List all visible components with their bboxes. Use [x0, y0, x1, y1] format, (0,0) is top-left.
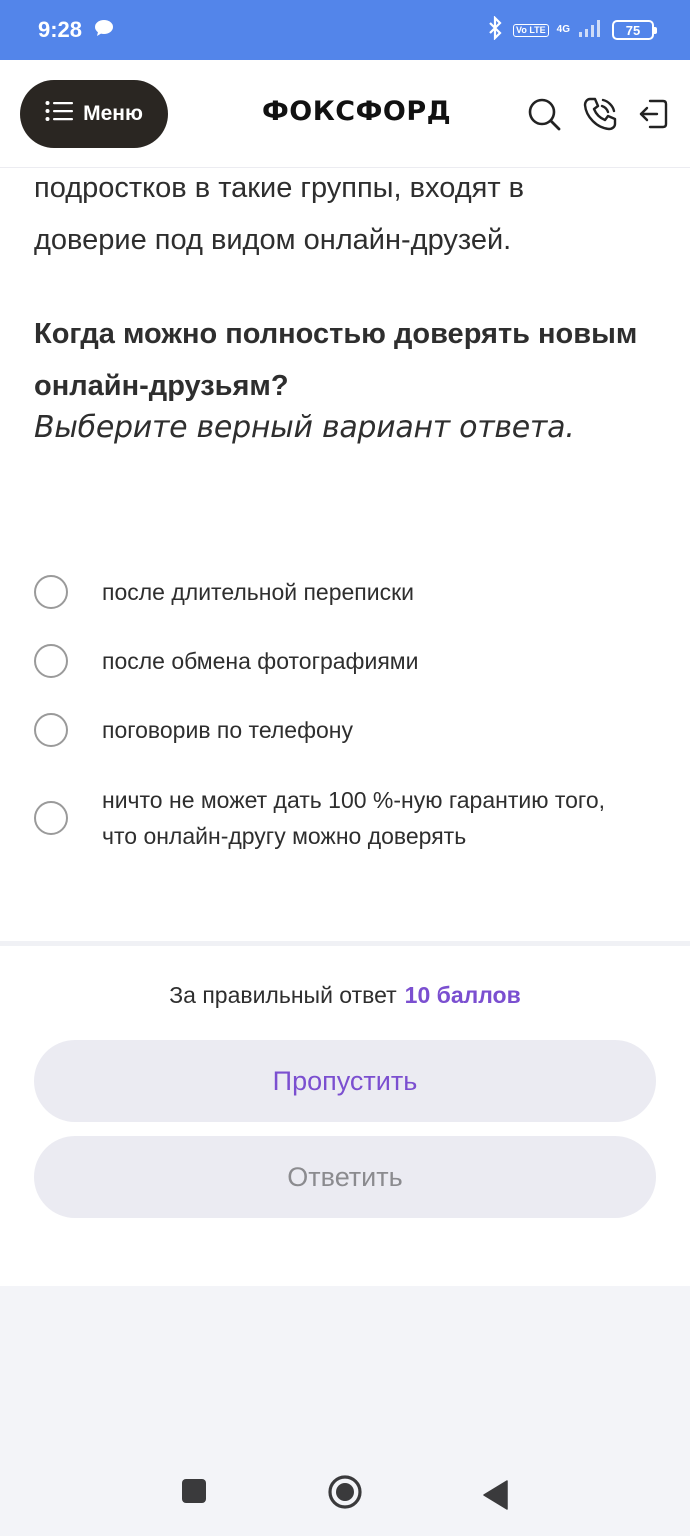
home-icon[interactable]: [327, 1474, 363, 1515]
radio-button[interactable]: [34, 801, 68, 835]
radio-button[interactable]: [34, 713, 68, 747]
quiz-content: подростков в такие группы, входят в дове…: [0, 168, 690, 943]
quiz-footer: За правильный ответ 10 баллов Пропустить …: [0, 946, 690, 1286]
system-nav-bar: [0, 1286, 690, 1536]
question-text: Когда можно полностью доверять новым онл…: [34, 318, 638, 402]
answer-option-1[interactable]: после длительной переписки: [34, 574, 634, 610]
skip-button[interactable]: Пропустить: [34, 1040, 656, 1122]
option-label: после длительной переписки: [102, 579, 415, 605]
option-label: поговорив по телефону: [102, 717, 353, 743]
answer-option-4[interactable]: ничто не может дать 100 %-ную гарантию т…: [34, 782, 634, 854]
search-icon[interactable]: [526, 96, 562, 132]
option-label: после обмена фотографиями: [102, 648, 419, 674]
back-icon[interactable]: [482, 1480, 508, 1515]
menu-label: Меню: [83, 102, 143, 125]
signal-icon: [578, 18, 604, 43]
menu-icon: [45, 100, 74, 128]
score-label: За правильный ответ: [169, 982, 397, 1008]
chat-notification-icon: [94, 17, 114, 43]
phone-icon[interactable]: [582, 96, 618, 132]
clock: 9:28: [38, 17, 83, 42]
answer-option-2[interactable]: после обмена фотографиями: [34, 643, 634, 679]
intro-text: подростков в такие группы, входят в дове…: [34, 172, 525, 256]
answer-button[interactable]: Ответить: [34, 1136, 656, 1218]
site-header: Меню ФОКСФОРД: [0, 60, 690, 168]
question-hint: Выберите верный вариант ответа.: [34, 410, 575, 445]
battery-indicator: 75: [612, 20, 657, 40]
status-bar: 9:28 Vo LTE 4G 75: [0, 0, 690, 60]
menu-button[interactable]: Меню: [20, 80, 168, 148]
option-label: ничто не может дать 100 %-ную гарантию т…: [102, 787, 606, 849]
logo[interactable]: ФОКСФОРД: [262, 96, 451, 127]
score-value: 10 баллов: [404, 982, 521, 1008]
recents-icon[interactable]: [181, 1478, 207, 1509]
volte-badge: Vo LTE: [512, 23, 549, 37]
network-type: 4G: [556, 24, 570, 35]
logout-icon[interactable]: [636, 96, 672, 132]
radio-button[interactable]: [34, 575, 68, 609]
answer-option-3[interactable]: поговорив по телефону: [34, 712, 634, 748]
radio-button[interactable]: [34, 644, 68, 678]
bluetooth-icon: [485, 14, 505, 45]
score-info: За правильный ответ 10 баллов: [0, 982, 690, 1009]
